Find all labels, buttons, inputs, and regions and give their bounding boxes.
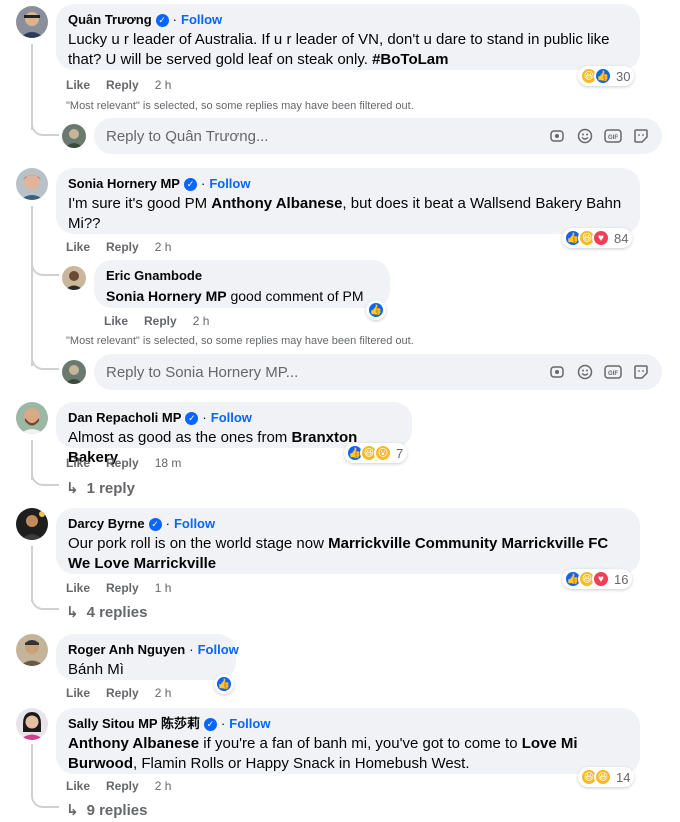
like-button[interactable]: Like [104, 314, 128, 328]
avatar-sticker-icon[interactable] [548, 127, 566, 145]
comment-bubble: Sally Sitou MP 陈莎莉 ✓ · Follow Anthony Al… [56, 708, 640, 774]
avatar[interactable] [16, 508, 48, 540]
gif-icon[interactable]: GIF [604, 363, 622, 381]
sticker-icon[interactable] [632, 363, 650, 381]
follow-button[interactable]: Follow [198, 642, 239, 658]
love-reaction-icon: ♥ [592, 570, 610, 588]
like-button[interactable]: Like [66, 456, 90, 470]
current-user-avatar [62, 360, 86, 384]
reply-button[interactable]: Reply [106, 686, 139, 700]
mention-link[interactable]: Anthony Albanese [211, 195, 342, 212]
follow-button[interactable]: Follow [211, 410, 252, 426]
reply-button[interactable]: Reply [106, 779, 139, 793]
view-replies-link[interactable]: ↳ 1 reply [66, 479, 135, 498]
avatar[interactable] [62, 266, 86, 290]
reactions-summary[interactable]: 👍 😆 😮 7 [344, 443, 408, 463]
avatar[interactable] [16, 634, 48, 666]
reply-button[interactable]: Reply [106, 581, 139, 595]
comment-text: Bánh Mì [68, 661, 124, 678]
like-button[interactable]: Like [66, 686, 90, 700]
like-reaction-icon: 👍 [215, 675, 233, 693]
timestamp[interactable]: 2 h [155, 240, 172, 254]
comment-author[interactable]: Eric Gnambode [106, 268, 202, 284]
hashtag-link[interactable]: #BoToLam [372, 51, 448, 68]
reply-button[interactable]: Reply [144, 314, 177, 328]
current-user-avatar [62, 124, 86, 148]
reply-arrow-icon: ↳ [66, 480, 79, 497]
verified-badge-icon: ✓ [185, 411, 199, 425]
filter-notice: "Most relevant" is selected, so some rep… [66, 335, 414, 347]
follow-button[interactable]: Follow [181, 12, 222, 28]
mention-link[interactable]: Sonia Hornery MP [106, 288, 227, 304]
comment-bubble: Quân Trương ✓ · Follow Lucky u r leader … [56, 4, 640, 70]
follow-button[interactable]: Follow [229, 716, 270, 732]
comment-author[interactable]: Darcy Byrne [68, 516, 145, 532]
avatar-sticker-icon[interactable] [548, 363, 566, 381]
reply-button[interactable]: Reply [106, 240, 139, 254]
gif-icon[interactable]: GIF [604, 127, 622, 145]
avatar[interactable] [16, 402, 48, 434]
comment-bubble: Dan Repacholi MP ✓ · Follow Almost as go… [56, 402, 412, 466]
timestamp[interactable]: 1 h [155, 581, 172, 595]
reactions-summary[interactable]: 😆 👍 30 [578, 66, 635, 86]
view-replies-link[interactable]: ↳ 4 replies [66, 603, 147, 622]
reply-input[interactable]: Reply to Quân Trương... GIF [94, 118, 662, 154]
view-replies-link[interactable]: ↳ 9 replies [66, 801, 147, 820]
verified-badge-icon: ✓ [155, 13, 169, 27]
mention-link[interactable]: Anthony Albanese [68, 735, 199, 752]
emoji-icon[interactable] [576, 363, 594, 381]
comment-bubble: Roger Anh Nguyen · Follow Bánh Mì [56, 634, 239, 680]
reactions-summary[interactable]: 👍 [214, 674, 234, 694]
verified-badge-icon: ✓ [148, 517, 162, 531]
timestamp[interactable]: 2 h [155, 78, 172, 92]
comment-text: Lucky u r leader of Australia. If u r le… [68, 31, 610, 68]
reactions-summary[interactable]: 👍 😆 ♥ 84 [562, 228, 633, 248]
love-reaction-icon: ♥ [592, 229, 610, 247]
haha-reaction-icon: 😆 [594, 768, 612, 786]
comment-bubble: Sonia Hornery MP ✓ · Follow I'm sure it'… [56, 168, 640, 234]
reply-arrow-icon: ↳ [66, 604, 79, 621]
like-button[interactable]: Like [66, 78, 90, 92]
timestamp[interactable]: 2 h [193, 314, 210, 328]
follow-button[interactable]: Follow [209, 176, 250, 192]
avatar[interactable] [16, 168, 48, 200]
reply-button[interactable]: Reply [106, 78, 139, 92]
reactions-summary[interactable]: 😆 😆 14 [578, 767, 635, 787]
avatar[interactable] [16, 708, 48, 740]
comment-author[interactable]: Sally Sitou MP 陈莎莉 [68, 716, 200, 732]
reply-button[interactable]: Reply [106, 456, 139, 470]
reactions-summary[interactable]: 👍 [366, 300, 386, 320]
comment-author[interactable]: Quân Trương [68, 12, 152, 28]
reply-input[interactable]: Reply to Sonia Hornery MP... GIF [94, 354, 662, 390]
like-reaction-icon: 👍 [594, 67, 612, 85]
reactions-summary[interactable]: 👍 😆 ♥ 16 [562, 569, 633, 589]
like-button[interactable]: Like [66, 779, 90, 793]
like-button[interactable]: Like [66, 581, 90, 595]
timestamp[interactable]: 18 m [155, 456, 182, 470]
timestamp[interactable]: 2 h [155, 779, 172, 793]
timestamp[interactable]: 2 h [155, 686, 172, 700]
wow-reaction-icon: 😮 [374, 444, 392, 462]
follow-button[interactable]: Follow [174, 516, 215, 532]
verified-badge-icon: ✓ [183, 177, 197, 191]
comment-text: Our pork roll is on the world stage now … [68, 535, 609, 572]
comment-bubble: Darcy Byrne ✓ · Follow Our pork roll is … [56, 508, 640, 574]
svg-text:GIF: GIF [608, 371, 618, 377]
comment-text: I'm sure it's good PM Anthony Albanese, … [68, 195, 622, 232]
filter-notice: "Most relevant" is selected, so some rep… [66, 100, 414, 112]
comment-text: Anthony Albanese if you're a fan of banh… [68, 735, 578, 772]
like-button[interactable]: Like [66, 240, 90, 254]
comment-author[interactable]: Sonia Hornery MP [68, 176, 180, 192]
avatar[interactable] [16, 6, 48, 38]
reply-bubble: Eric Gnambode Sonia Hornery MP good comm… [94, 260, 390, 308]
comment-author[interactable]: Roger Anh Nguyen [68, 642, 185, 658]
like-reaction-icon: 👍 [367, 301, 385, 319]
verified-badge-icon: ✓ [203, 717, 217, 731]
comment-author[interactable]: Dan Repacholi MP [68, 410, 181, 426]
comment-text: Sonia Hornery MP good comment of PM [106, 288, 364, 304]
svg-text:GIF: GIF [608, 135, 618, 141]
reply-arrow-icon: ↳ [66, 802, 79, 819]
emoji-icon[interactable] [576, 127, 594, 145]
sticker-icon[interactable] [632, 127, 650, 145]
